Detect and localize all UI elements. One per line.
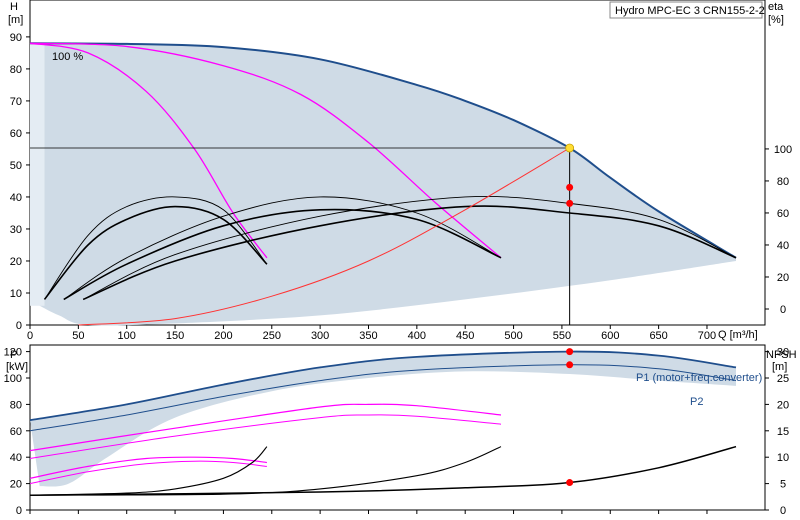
- bottom-left-tick-label: 20: [10, 479, 22, 491]
- top-right-tick-label: 0: [780, 304, 786, 316]
- top-left-tick-label: 50: [10, 160, 22, 172]
- top-left-tick-label: 10: [10, 288, 22, 300]
- top-right-tick-label: 40: [777, 240, 789, 252]
- head-efficiency-panel: 0 10 20 30 40 50 60 70 80 90 0 20 40 60 80 100 0 50 100 150…: [10, 0, 792, 342]
- bottom-left-tick-label: 40: [10, 452, 22, 464]
- top-right-axis-unit: eta: [768, 1, 784, 13]
- series-label-p1: P1 (motor+freq.converter): [636, 372, 762, 384]
- top-right-tick-label: 80: [777, 176, 789, 188]
- x-tick-label: 600: [601, 330, 619, 342]
- top-left-tick-label: 0: [16, 320, 22, 332]
- x-tick-label: 700: [698, 330, 716, 342]
- top-left-axis-bracket: [m]: [8, 14, 23, 26]
- bottom-left-tick-label: 60: [10, 426, 22, 438]
- top-right-tick-label: 60: [777, 208, 789, 220]
- top-left-tick-label: 90: [10, 32, 22, 44]
- bottom-left-tick-label: 0: [16, 505, 22, 517]
- bottom-right-axis-bracket: [m]: [772, 361, 787, 373]
- power-npsh-panel: 020406080100120051015202530: [4, 344, 789, 517]
- efficiency-marker: [566, 183, 574, 191]
- annotation-100-percent: 100 %: [52, 51, 83, 63]
- bottom-left-axis-bracket: [kW]: [6, 361, 28, 373]
- chart-title-box: Hydro MPC-EC 3 CRN155-2-2: [609, 1, 765, 19]
- bottom-right-tick-label: 5: [780, 479, 786, 491]
- power-marker: [566, 479, 574, 487]
- top-left-tick-label: 20: [10, 256, 22, 268]
- x-tick-label: 0: [27, 330, 33, 342]
- power-marker: [566, 361, 574, 369]
- power-envelope-area: [30, 351, 736, 487]
- bottom-right-tick-label: 0: [780, 505, 786, 517]
- bottom-left-axis-unit: P: [10, 349, 17, 361]
- head-envelope-left-band: [30, 43, 45, 306]
- npsh-curve-3: [29, 445, 737, 496]
- top-right-tick-label: 20: [777, 272, 789, 284]
- bottom-right-tick-label: 20: [777, 399, 789, 411]
- bottom-right-tick-label: 15: [777, 426, 789, 438]
- top-operating-envelope: [30, 43, 736, 326]
- bottom-right-axis-unit: NPSH: [766, 349, 797, 361]
- top-left-tick-label: 70: [10, 96, 22, 108]
- duty-point-marker: [565, 143, 575, 153]
- x-tick-label: 350: [359, 330, 377, 342]
- x-tick-label: 550: [553, 330, 571, 342]
- efficiency-marker: [566, 199, 574, 207]
- x-tick-label: 450: [456, 330, 474, 342]
- x-tick-label: 250: [263, 330, 281, 342]
- x-tick-label: 200: [214, 330, 232, 342]
- x-tick-label: 400: [408, 330, 426, 342]
- top-left-tick-label: 80: [10, 64, 22, 76]
- x-tick-label: 100: [118, 330, 136, 342]
- x-tick-label: 150: [166, 330, 184, 342]
- x-tick-label: 500: [504, 330, 522, 342]
- bottom-right-tick-label: 25: [777, 373, 789, 385]
- top-left-axis-unit: H: [10, 1, 18, 13]
- power-marker: [566, 348, 574, 356]
- chart-title: Hydro MPC-EC 3 CRN155-2-2: [615, 5, 765, 17]
- top-left-tick-label: 40: [10, 192, 22, 204]
- top-right-tick-label: 100: [774, 144, 792, 156]
- head-envelope-area: [30, 43, 736, 326]
- top-right-axis-bracket: [%]: [768, 14, 784, 26]
- x-tick-label: 50: [72, 330, 84, 342]
- top-left-tick-label: 60: [10, 128, 22, 140]
- x-axis-label: Q [m³/h]: [718, 329, 758, 341]
- x-tick-label: 650: [649, 330, 667, 342]
- bottom-left-tick-label: 100: [4, 373, 22, 385]
- pump-performance-chart: 01020304050607080900204060801000 50 100 150…: [4, 0, 797, 517]
- bottom-left-tick-label: 80: [10, 399, 22, 411]
- x-tick-label: 300: [311, 330, 329, 342]
- top-left-tick-label: 30: [10, 224, 22, 236]
- bottom-right-tick-label: 10: [777, 452, 789, 464]
- series-label-p2: P2: [690, 396, 703, 408]
- bottom-operating-envelope: [30, 351, 736, 487]
